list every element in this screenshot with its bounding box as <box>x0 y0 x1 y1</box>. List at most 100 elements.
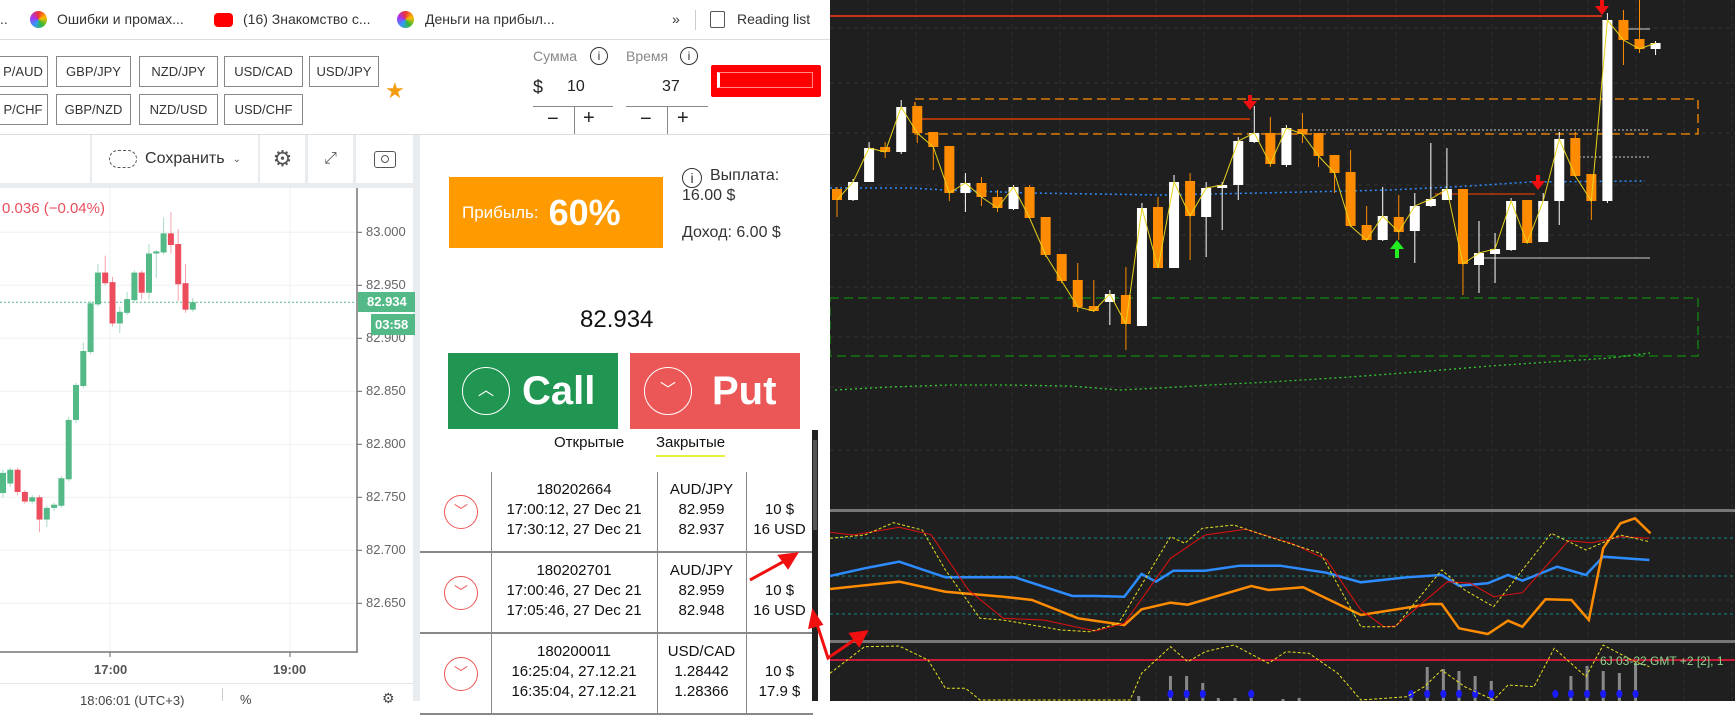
chart-settings-gear-icon[interactable]: ⚙ <box>382 690 395 707</box>
bookmarks-bar: .. Ошибки и промах... (16) Знакомство с.… <box>0 0 830 40</box>
expand-deal-chevron-icon[interactable]: ﹀ <box>444 576 478 610</box>
candle <box>65 419 72 480</box>
candle-countdown: 03:58 <box>371 314 415 335</box>
settings-gear-icon[interactable]: ⚙ <box>260 135 305 183</box>
pair-button[interactable]: NZD/USD <box>139 94 218 125</box>
candle <box>1008 187 1019 209</box>
divider <box>222 688 223 701</box>
candle <box>51 504 58 508</box>
candle <box>80 351 87 386</box>
candle <box>36 497 43 520</box>
expand-deal-chevron-icon[interactable]: ﹀ <box>444 495 478 529</box>
bookmarks-more-button[interactable]: » <box>672 11 680 27</box>
save-button[interactable]: Сохранить ⌄ <box>92 135 258 183</box>
candle <box>848 182 859 200</box>
redacted-button[interactable] <box>711 65 821 97</box>
deal-prices: AUD/JPY 82.959 82.948 <box>657 561 746 621</box>
deal-row[interactable]: 180202701 17:00:46, 27 Dec 21 17:05:46, 27… <box>420 553 813 634</box>
signal-dot <box>1567 690 1574 698</box>
reading-list-button[interactable]: Reading list <box>737 11 810 27</box>
candle <box>109 282 116 324</box>
deal-close-price: 82.948 <box>678 602 725 619</box>
deal-result: 16 USD <box>753 521 806 538</box>
candle <box>14 469 21 492</box>
candle <box>131 272 138 301</box>
tab-open[interactable]: Открытые <box>554 434 624 451</box>
deal-row[interactable]: 180200011 16:25:04, 27.12.21 16:35:04, 27.… <box>420 634 813 715</box>
deal-amounts: 10 $ 16 USD <box>746 581 813 621</box>
pair-button[interactable]: GBP/NZD <box>56 94 131 125</box>
candle <box>1072 280 1083 307</box>
redacted-field <box>717 72 813 88</box>
deal-row[interactable]: 180202664 17:00:12, 27 Dec 21 17:30:12, 27… <box>420 472 813 553</box>
pair-button[interactable]: USD/CHF <box>224 94 303 125</box>
deal-stake: 10 $ <box>764 501 795 518</box>
deal-close-price: 82.937 <box>678 521 725 538</box>
current-price: 82.934 <box>580 306 654 333</box>
deal-result: 16 USD <box>753 602 806 619</box>
bookmark-1[interactable]: Ошибки и промах... <box>57 11 184 27</box>
fullscreen-icon[interactable]: ⤢ <box>308 135 353 183</box>
percent-scale-button[interactable]: % <box>240 692 252 707</box>
candle <box>1024 187 1035 218</box>
symbol-info: 6J 03-22 GMT +2 [2], 1 <box>1600 654 1724 668</box>
x-tick-label: 17:00 <box>94 662 128 677</box>
bookmark-2[interactable]: (16) Знакомство с... <box>243 11 371 27</box>
save-label: Сохранить <box>145 150 225 167</box>
deals-scrollbar[interactable] <box>812 430 818 701</box>
info-icon[interactable]: i <box>680 47 698 65</box>
deal-open-price: 82.959 <box>678 501 725 518</box>
deal-close-time: 16:35:04, 27.12.21 <box>511 683 637 700</box>
candle <box>896 107 907 152</box>
signal-dot <box>1632 690 1639 698</box>
chevron-down-icon: ﹀ <box>644 367 692 415</box>
expand-deal-chevron-icon[interactable]: ﹀ <box>444 657 478 691</box>
amount-plus-button[interactable]: + <box>583 107 595 130</box>
bookmarks-overflow-left[interactable]: .. <box>0 11 8 27</box>
candle <box>1281 128 1292 165</box>
time-minus-button[interactable]: − <box>640 108 652 131</box>
info-icon[interactable]: i <box>590 47 608 65</box>
screenshot-camera-icon[interactable] <box>356 135 413 183</box>
trading-terminal[interactable]: 6J 03-22 GMT +2 [2], 1 <box>829 0 1735 701</box>
pair-button[interactable]: P/CHF <box>0 94 48 125</box>
amount-input[interactable]: 10 <box>567 78 585 96</box>
candle <box>58 478 65 506</box>
candle <box>73 384 79 420</box>
pair-button[interactable]: GBP/JPY <box>56 56 131 87</box>
pair-button[interactable]: USD/CAD <box>224 56 303 87</box>
put-button[interactable]: ﹀ Put <box>630 353 800 429</box>
deal-close-price: 1.28366 <box>674 683 729 700</box>
tab-closed[interactable]: Закрытые <box>656 434 726 457</box>
candlestick-chart[interactable] <box>0 188 413 701</box>
site-favicon-icon <box>397 11 414 28</box>
pair-button[interactable]: P/AUD <box>0 56 48 87</box>
bookmark-3[interactable]: Деньги на прибыл... <box>425 11 555 27</box>
candle <box>1297 129 1308 134</box>
pair-button[interactable]: NZD/JPY <box>139 56 218 87</box>
profit-percent: 60% <box>548 191 621 233</box>
indicator-line-blue <box>829 555 1650 598</box>
deal-id: 180202664 <box>536 481 612 498</box>
candle <box>992 197 1003 208</box>
call-button[interactable]: ︿ Call <box>448 353 618 429</box>
price-chart[interactable] <box>0 188 413 701</box>
cloud-icon <box>109 150 138 168</box>
terminal-chart[interactable] <box>829 0 1735 701</box>
y-tick-label: 82.750 <box>366 489 406 504</box>
signal-dot <box>1584 690 1591 698</box>
time-plus-button[interactable]: + <box>677 107 689 130</box>
signal-dot <box>1167 690 1174 698</box>
candle <box>94 272 101 305</box>
pair-button[interactable]: USD/JPY <box>309 56 379 87</box>
panel-separator <box>830 640 1735 643</box>
deal-open-time: 17:00:12, 27 Dec 21 <box>506 501 642 518</box>
time-input[interactable]: 37 <box>662 78 680 96</box>
deal-prices: USD/CAD 1.28442 1.28366 <box>657 642 746 702</box>
candle <box>167 233 174 246</box>
reading-list-icon[interactable] <box>710 11 725 28</box>
info-icon[interactable]: i <box>682 168 702 188</box>
favorite-star-icon[interactable]: ★ <box>385 78 405 104</box>
amount-minus-button[interactable]: − <box>547 108 559 131</box>
candle <box>0 472 6 494</box>
